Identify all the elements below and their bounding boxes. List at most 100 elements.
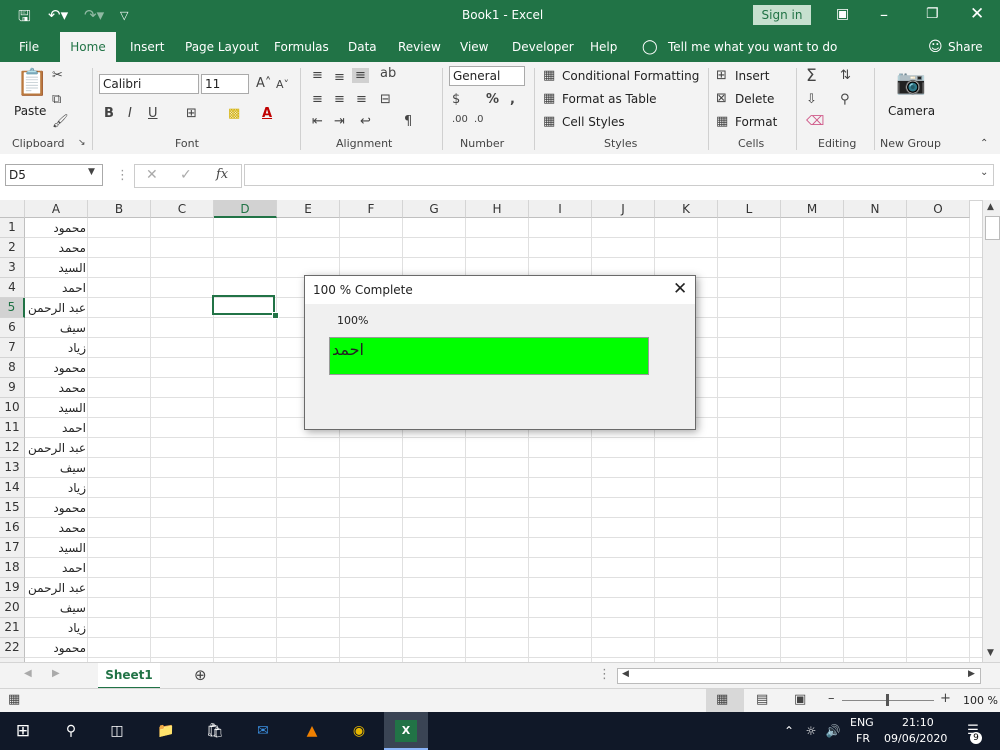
row-header[interactable]: 13 [0,458,25,478]
row-header[interactable]: 20 [0,598,25,618]
page-layout-view-icon[interactable]: ▤ [756,692,768,707]
row-header[interactable]: 15 [0,498,25,518]
font-name-dropdown[interactable]: Calibri [99,74,199,94]
cut-icon[interactable]: ✂ [52,68,63,83]
next-sheet-icon[interactable]: ▶ [52,668,60,679]
fill-color-icon[interactable]: ▩ [228,106,240,121]
chrome-icon[interactable]: ◉ [348,720,370,742]
vlc-icon[interactable]: ▲ [301,720,323,742]
comma-style-icon[interactable]: , [510,92,515,107]
search-icon[interactable]: ⚲ [60,720,82,742]
zoom-slider-thumb[interactable] [886,694,889,706]
wrap-text-icon[interactable]: ↩ [360,114,371,129]
cell-a[interactable]: محمود [25,498,88,518]
copy-icon[interactable]: ⧉ [52,92,61,107]
autosum-icon[interactable]: Σ [806,66,817,86]
show-hidden-icons-icon[interactable]: ⌃ [778,720,800,742]
row-header[interactable]: 22 [0,638,25,658]
row-header[interactable]: 9 [0,378,25,398]
fill-handle[interactable] [272,312,279,319]
clear-icon[interactable]: ⌫ [806,114,824,129]
row-header[interactable]: 12 [0,438,25,458]
restore-icon[interactable]: ❐ [926,6,939,22]
close-icon[interactable]: ✕ [970,4,984,24]
cell-a[interactable]: عبد الرحمن [25,298,88,318]
top-align-icon[interactable]: ≡ [312,68,323,83]
bottom-align-icon[interactable]: ≡ [352,68,369,83]
row-header[interactable]: 16 [0,518,25,538]
tab-page-layout[interactable]: Page Layout [185,32,259,62]
windows-start-icon[interactable]: ⊞ [12,720,34,742]
dialog-close-icon[interactable]: ✕ [673,279,687,299]
share-button[interactable]: Share [948,32,983,62]
column-header-a[interactable]: A [25,200,88,218]
column-header-o[interactable]: O [907,200,970,218]
insert-function-icon[interactable]: fx [216,167,228,182]
scroll-up-icon[interactable]: ▲ [987,202,994,212]
scroll-left-icon[interactable]: ◀ [622,669,629,679]
worksheet-grid[interactable]: ABCDEFGHIJKLMNO 1 محمود 2 محمد 3 السيد 4 احمد 5 ع… [0,200,982,662]
row-header[interactable]: 5 [0,298,25,318]
conditional-formatting-button[interactable]: Conditional Formatting [562,69,699,83]
row-header[interactable]: 8 [0,358,25,378]
orientation-icon[interactable]: ab [380,66,396,81]
network-icon[interactable]: ☼ [800,720,822,742]
zoom-in-icon[interactable]: + [940,691,951,706]
increase-indent-icon[interactable]: ⇥ [334,114,345,129]
row-header[interactable]: 19 [0,578,25,598]
split-handle-icon[interactable]: ⋮ [598,667,611,682]
column-header-l[interactable]: L [718,200,781,218]
prev-sheet-icon[interactable]: ◀ [24,668,32,679]
align-left-icon[interactable]: ≡ [312,92,323,107]
percent-style-icon[interactable]: % [486,92,499,107]
clipboard-launcher-icon[interactable]: ↘ [78,138,86,148]
ribbon-display-options-icon[interactable]: ▣ [836,6,849,22]
clock-date[interactable]: 09/06/2020 [884,732,947,745]
cell-a[interactable]: عبد الرحمن [25,438,88,458]
store-icon[interactable]: 🛍 [204,720,226,742]
row-header[interactable]: 10 [0,398,25,418]
share-person-icon[interactable]: ☺ [928,32,943,62]
cancel-entry-icon[interactable]: ✕ [146,167,158,183]
row-header[interactable]: 3 [0,258,25,278]
zoom-level[interactable]: 100 % [963,694,998,707]
cell-a[interactable]: محمود [25,638,88,658]
format-as-table-button[interactable]: Format as Table [562,92,657,106]
sign-in-button[interactable]: Sign in [753,5,811,25]
sheet-tab-sheet1[interactable]: Sheet1 [98,663,160,690]
cell-a[interactable]: محمد [25,518,88,538]
text-direction-icon[interactable]: ¶ [404,114,412,129]
cell-a[interactable]: زياد [25,478,88,498]
cell-a[interactable]: محمد [25,238,88,258]
column-header-n[interactable]: N [844,200,907,218]
paste-icon[interactable]: 📋 [16,68,48,98]
expand-formula-bar-icon[interactable]: ⌄ [980,167,988,178]
row-header[interactable]: 21 [0,618,25,638]
format-painter-icon[interactable]: 🖌 [52,114,69,129]
row-header[interactable]: 4 [0,278,25,298]
macro-record-icon[interactable]: ▦ [8,692,20,707]
confirm-entry-icon[interactable]: ✓ [180,167,192,183]
italic-icon[interactable]: I [128,106,132,121]
column-header-i[interactable]: I [529,200,592,218]
accounting-format-icon[interactable]: $ [452,92,460,107]
active-cell-d5[interactable] [212,295,275,315]
scroll-right-icon[interactable]: ▶ [968,669,975,679]
column-header-b[interactable]: B [88,200,151,218]
bold-icon[interactable]: B [104,106,114,121]
column-header-k[interactable]: K [655,200,718,218]
row-header[interactable]: 1 [0,218,25,238]
select-all-corner[interactable] [0,200,25,218]
delete-cells-button[interactable]: Delete [735,92,774,106]
new-sheet-icon[interactable]: ⊕ [194,666,207,684]
tab-file[interactable]: File [19,32,39,62]
font-size-dropdown[interactable]: 11 [201,74,249,94]
row-header[interactable]: 6 [0,318,25,338]
tab-developer[interactable]: Developer [512,32,574,62]
column-header-d[interactable]: D [214,200,277,218]
tab-data[interactable]: Data [348,32,377,62]
sort-filter-icon[interactable]: ⇅ [840,68,851,83]
page-break-view-icon[interactable]: ▣ [794,692,806,707]
zoom-out-icon[interactable]: – [828,691,835,706]
find-select-icon[interactable]: ⚲ [840,92,850,107]
